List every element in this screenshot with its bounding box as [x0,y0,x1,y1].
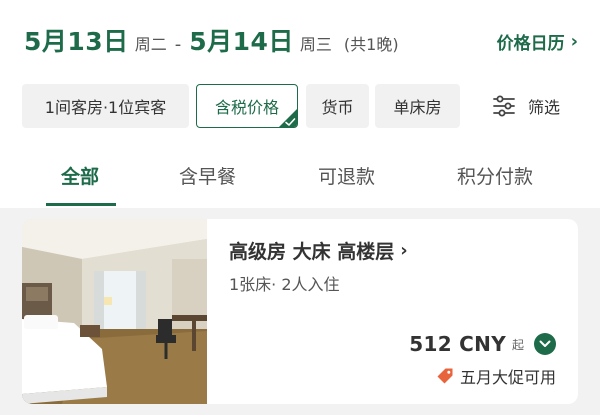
date-separator: - [174,34,182,55]
promo-text: 五月大促可用 [459,368,556,387]
tab-refundable[interactable]: 可退款 [318,162,375,189]
chip-currency[interactable]: 货币 [306,84,369,128]
active-tab-indicator [46,203,116,206]
checkin-weekday: 周二 [134,35,167,54]
room-bed-occupancy: 1张床· 2人入住 [229,275,340,294]
room-title-label: 高级房 大床 高楼层 [229,241,395,263]
filter-button[interactable]: 筛选 [492,84,560,128]
room-photo[interactable] [22,219,207,404]
price-from-label: 起 [511,337,524,352]
chevron-down-icon [539,340,551,347]
chip-label: 1间客房·1位宾客 [44,98,167,117]
room-card[interactable]: 高级房 大床 高楼层 › 1张床· 2人入住 512 CNY 起 五月大促可用 [22,219,578,404]
tab-breakfast[interactable]: 含早餐 [179,162,236,189]
filter-chips: 1间客房·1位宾客 含税价格 货币 单床房 筛选 [22,84,582,128]
sliders-icon [493,95,515,117]
date-range[interactable]: 5月13日 周二 - 5月14日 周三 (共1晚) [24,22,399,58]
chip-label: 含税价格 [214,98,279,117]
date-header[interactable]: 5月13日 周二 - 5月14日 周三 (共1晚) 价格日历 › [0,0,600,80]
tab-points-payment[interactable]: 积分付款 [457,162,533,189]
chip-label: 单床房 [393,98,442,117]
checkin-date: 5月13日 [24,27,129,56]
filter-label: 筛选 [528,98,561,117]
expand-rates-button[interactable] [534,333,556,355]
room-title[interactable]: 高级房 大床 高楼层 › [229,237,408,264]
selected-check-icon [279,109,297,127]
promo-badge: 五月大促可用 [436,364,556,388]
price-calendar-label: 价格日历 [496,34,565,54]
tag-icon [437,368,453,384]
chip-single-bed[interactable]: 单床房 [375,84,460,128]
checkout-weekday: 周三 [299,35,332,54]
rate-tabs: 全部 含早餐 可退款 积分付款 [0,150,600,208]
chip-label: 货币 [321,98,354,117]
tab-all[interactable]: 全部 [61,162,99,189]
price-calendar-link[interactable]: 价格日历 › [497,29,578,54]
chevron-right-icon: › [400,240,408,261]
chevron-right-icon: › [570,30,578,52]
chip-rooms-guests[interactable]: 1间客房·1位宾客 [22,84,189,128]
room-price: 512 CNY [409,332,506,356]
chip-tax-inclusive[interactable]: 含税价格 [196,84,298,128]
room-photo-illustration [22,219,207,404]
nights-count: (共1晚) [343,35,399,54]
checkout-date: 5月14日 [189,27,294,56]
price-row: 512 CNY 起 [409,332,556,356]
